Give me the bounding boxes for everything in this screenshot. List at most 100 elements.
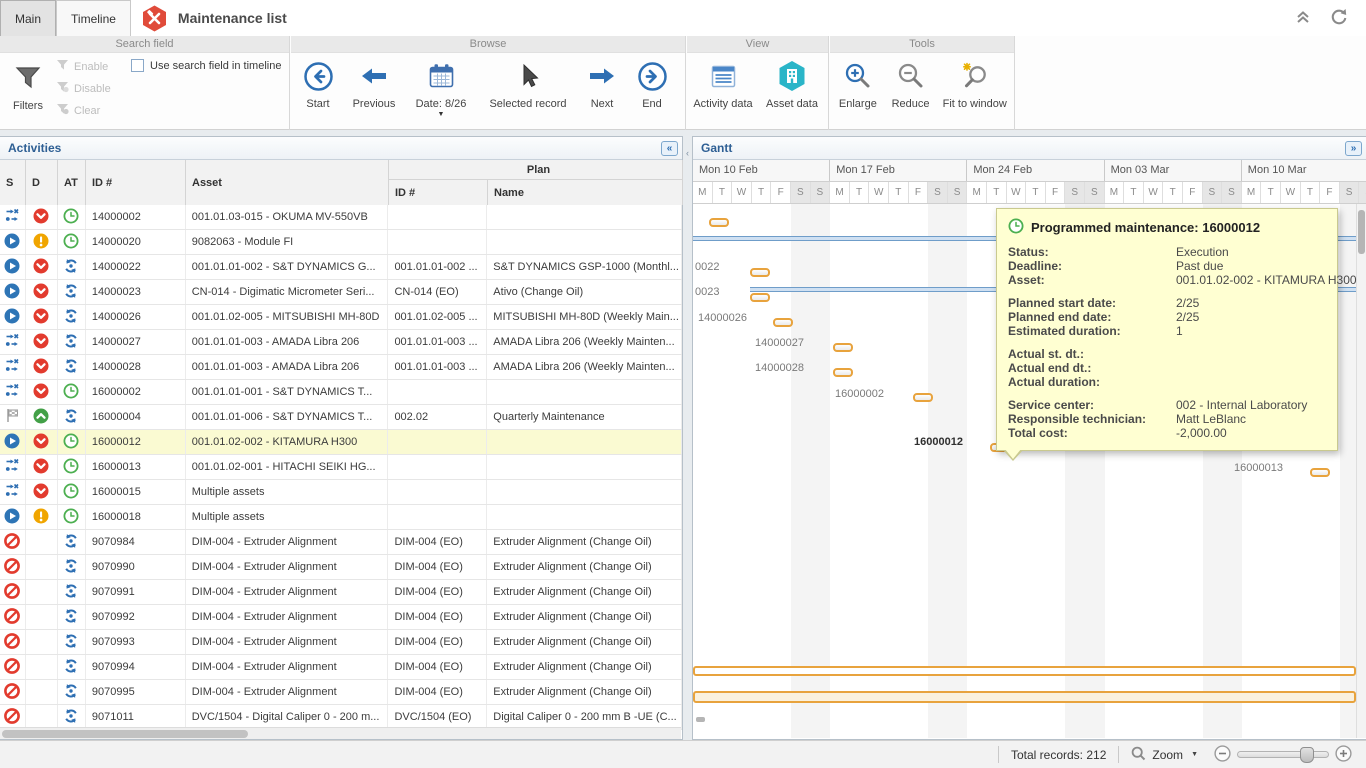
asset-data-button[interactable]: Asset data: [759, 53, 825, 125]
column-header-id[interactable]: ID #: [86, 160, 186, 205]
gantt-bar-14000026[interactable]: [773, 318, 793, 327]
table-row[interactable]: 16000013001.01.02-001 - HITACHI SEIKI HG…: [0, 455, 682, 480]
vertical-scrollbar-thumb[interactable]: [1358, 210, 1365, 254]
zoom-slider-handle[interactable]: [1300, 747, 1314, 763]
disable-filter-button[interactable]: Disable: [56, 81, 111, 96]
column-header-asset[interactable]: Asset: [186, 160, 389, 205]
table-row[interactable]: 14000022001.01.01-002 - S&T DYNAMICS G..…: [0, 255, 682, 280]
gantt-mini-scroll-thumb[interactable]: [696, 717, 705, 722]
gantt-bar-14000027[interactable]: [833, 343, 853, 352]
gantt-bar-14000022[interactable]: [750, 268, 770, 277]
filters-button[interactable]: Filters: [4, 55, 52, 127]
ribbon-group-view: View Activity data Asset data: [687, 36, 829, 130]
start-button[interactable]: Start: [291, 53, 345, 125]
table-row[interactable]: 16000018Multiple assets: [0, 505, 682, 530]
collapse-activities-button[interactable]: «: [661, 141, 678, 156]
table-row[interactable]: 14000002001.01.03-015 - OKUMA MV-550VB: [0, 205, 682, 230]
table-row[interactable]: 9070994DIM-004 - Extruder AlignmentDIM-0…: [0, 655, 682, 680]
reduce-button[interactable]: Reduce: [886, 53, 936, 125]
day-header: T: [987, 182, 1007, 204]
filter-funnel-icon: [15, 60, 41, 96]
cell-id: 16000012: [86, 430, 186, 454]
gantt-bar-14000028[interactable]: [833, 368, 853, 377]
priority-down-icon: [33, 333, 49, 352]
clear-filter-button[interactable]: Clear: [56, 103, 111, 118]
group-label: Browse: [291, 36, 685, 53]
table-row[interactable]: 9070984DIM-004 - Extruder AlignmentDIM-0…: [0, 530, 682, 555]
cell-plan-id: [388, 455, 487, 479]
column-header-plan-id[interactable]: ID #: [389, 180, 488, 205]
column-header-at[interactable]: AT: [58, 160, 86, 205]
table-row[interactable]: 9070995DIM-004 - Extruder AlignmentDIM-0…: [0, 680, 682, 705]
zoom-slider[interactable]: [1237, 751, 1329, 758]
table-row[interactable]: 14000028001.01.01-003 - AMADA Libra 2060…: [0, 355, 682, 380]
collapse-ribbon-icon[interactable]: [1295, 10, 1311, 27]
weekend-stripe: [928, 204, 967, 738]
table-row[interactable]: 16000002001.01.01-001 - S&T DYNAMICS T..…: [0, 380, 682, 405]
selected-record-button[interactable]: Selected record: [479, 53, 577, 125]
activities-horizontal-scrollbar[interactable]: [0, 727, 681, 739]
cell-asset: DVC/1504 - Digital Caliper 0 - 200 m...: [186, 705, 389, 729]
gantt-vertical-scrollbar[interactable]: [1356, 204, 1366, 738]
table-row[interactable]: 9070993DIM-004 - Extruder AlignmentDIM-0…: [0, 630, 682, 655]
gantt-bar-9070995[interactable]: [693, 666, 1356, 676]
table-row[interactable]: 14000027001.01.01-003 - AMADA Libra 2060…: [0, 330, 682, 355]
table-row[interactable]: 14000023CN-014 - Digimatic Micrometer Se…: [0, 280, 682, 305]
tab-main[interactable]: Main: [0, 0, 56, 36]
expand-gantt-button[interactable]: »: [1345, 141, 1362, 156]
zoom-out-magnifier-icon: [897, 58, 925, 94]
programmed-clock-icon: [63, 433, 79, 452]
next-button[interactable]: Next: [577, 53, 627, 125]
table-row[interactable]: 140000209082063 - Module FI: [0, 230, 682, 255]
column-header-s[interactable]: S: [0, 160, 26, 205]
enable-label: Enable: [74, 61, 108, 73]
refresh-icon[interactable]: [1329, 7, 1348, 29]
gantt-bar-14000023[interactable]: [750, 293, 770, 302]
zoom-out-button[interactable]: [1214, 745, 1231, 765]
tooltip-field-value: 2/25: [1176, 310, 1326, 324]
filters-label: Filters: [13, 100, 43, 112]
table-row[interactable]: 16000004001.01.01-006 - S&T DYNAMICS T..…: [0, 405, 682, 430]
column-header-plan[interactable]: Plan: [389, 160, 683, 180]
cell-asset: 9082063 - Module FI: [186, 230, 389, 254]
table-row[interactable]: 16000012001.01.02-002 - KITAMURA H300: [0, 430, 682, 455]
zoom-dropdown[interactable]: Zoom ▼: [1131, 746, 1198, 764]
gantt-bar-16000002[interactable]: [913, 393, 933, 402]
cell-id: 9070992: [86, 605, 186, 629]
calendar-icon: [428, 58, 455, 94]
cell-asset: 001.01.01-002 - S&T DYNAMICS G...: [186, 255, 389, 279]
previous-button[interactable]: Previous: [345, 53, 403, 125]
enlarge-button[interactable]: Enlarge: [830, 53, 886, 125]
gantt-bar-16000013[interactable]: [1310, 468, 1330, 477]
horizontal-scrollbar-thumb[interactable]: [2, 730, 248, 738]
cell-asset: DIM-004 - Extruder Alignment: [186, 530, 389, 554]
gantt-bar-9071011[interactable]: [693, 691, 1356, 703]
cell-plan-id: DIM-004 (EO): [388, 580, 487, 604]
start-label: Start: [306, 98, 329, 110]
gantt-bar-14000002[interactable]: [709, 218, 729, 227]
gantt-chart[interactable]: 0022002314000026140000271400002816000002…: [693, 204, 1366, 738]
column-header-plan-name[interactable]: Name: [488, 180, 683, 205]
splitter-collapse-icon[interactable]: ‹: [686, 148, 689, 740]
tab-timeline[interactable]: Timeline: [56, 0, 131, 36]
fit-to-window-button[interactable]: Fit to window: [935, 53, 1014, 125]
table-row[interactable]: 14000026001.01.02-005 - MITSUBISHI MH-80…: [0, 305, 682, 330]
table-row[interactable]: 9070992DIM-004 - Extruder AlignmentDIM-0…: [0, 605, 682, 630]
recurring-icon: [63, 283, 79, 302]
activity-data-button[interactable]: Activity data: [687, 53, 759, 125]
recurring-icon: [63, 683, 79, 702]
end-button[interactable]: End: [627, 53, 677, 125]
use-search-field-checkbox[interactable]: [131, 59, 144, 72]
ribbon-group-search-field: Search field Filters Enable Disable: [0, 36, 290, 130]
use-search-field-label: Use search field in timeline: [150, 60, 281, 72]
table-row[interactable]: 16000015Multiple assets: [0, 480, 682, 505]
panel-splitter[interactable]: ‹: [683, 136, 692, 740]
table-row[interactable]: 9070991DIM-004 - Extruder AlignmentDIM-0…: [0, 580, 682, 605]
zoom-in-button[interactable]: [1335, 745, 1352, 765]
table-row[interactable]: 9070990DIM-004 - Extruder AlignmentDIM-0…: [0, 555, 682, 580]
column-header-d[interactable]: D: [26, 160, 58, 205]
date-dropdown-caret-icon[interactable]: ▼: [438, 112, 445, 118]
cell-asset: DIM-004 - Extruder Alignment: [186, 630, 389, 654]
enable-filter-button[interactable]: Enable: [56, 59, 111, 74]
date-button[interactable]: Date: 8/26 ▼: [403, 53, 479, 125]
